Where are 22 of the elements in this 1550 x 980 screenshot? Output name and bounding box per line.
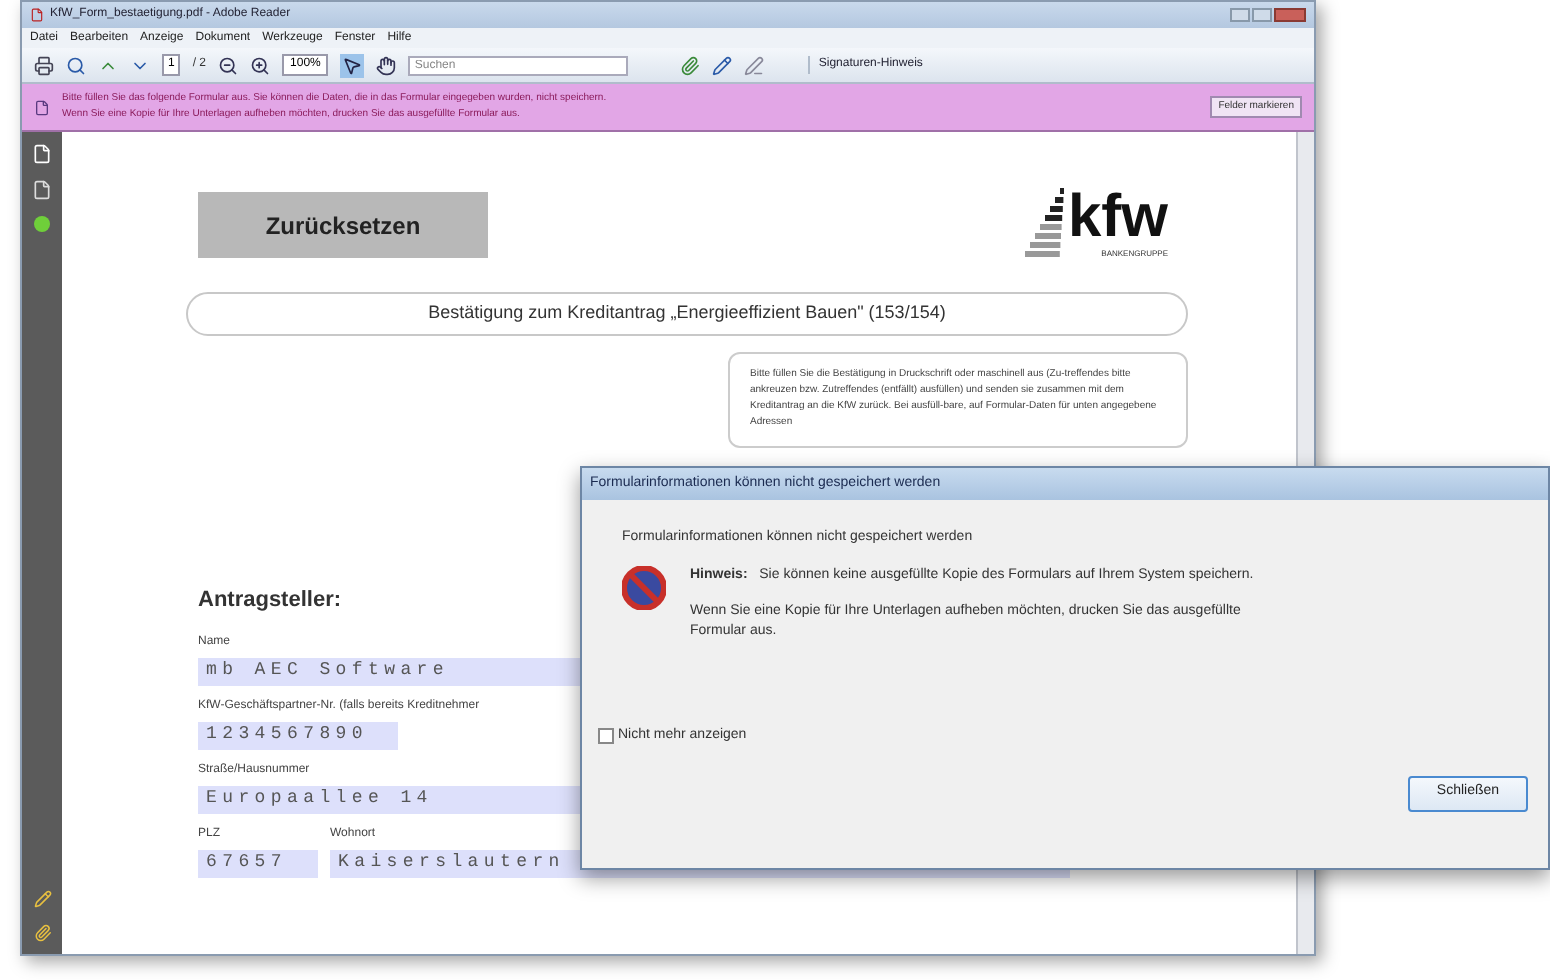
text-field[interactable]: 67657 — [198, 849, 318, 877]
zoom-out-icon[interactable] — [218, 55, 239, 75]
document-icon — [30, 8, 44, 22]
reset-button[interactable]: Zurücksetzen — [198, 192, 488, 258]
text-field[interactable]: 1234567890 — [198, 721, 398, 749]
pencil-icon[interactable] — [33, 890, 51, 908]
printer-icon[interactable] — [34, 55, 54, 75]
form-icon — [34, 97, 50, 117]
pages-icon[interactable] — [32, 144, 52, 164]
paperclip-icon[interactable] — [33, 924, 51, 942]
section-heading: Antragsteller: — [198, 586, 342, 616]
hand-tool-icon[interactable] — [376, 55, 397, 75]
search-icon[interactable] — [66, 55, 86, 75]
form-heading: Bestätigung zum Kreditantrag „Energieeffizient Bauen" (153/154) — [186, 292, 1188, 336]
logo-text: kfw — [1067, 188, 1168, 248]
prohibited-icon — [622, 565, 666, 609]
sign-icon[interactable] — [744, 55, 765, 75]
select-tool-icon[interactable] — [340, 53, 365, 77]
pencil-icon[interactable] — [712, 55, 733, 75]
paperclip-icon[interactable] — [680, 55, 701, 75]
checkbox[interactable] — [598, 728, 614, 745]
zoom-in-icon[interactable] — [250, 55, 271, 75]
